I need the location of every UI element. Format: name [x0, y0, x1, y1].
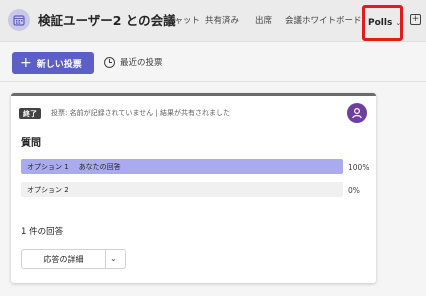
- chevron-down-icon: ⌄: [395, 19, 402, 27]
- tab-whiteboard[interactable]: 会議ホワイトボード: [285, 14, 362, 26]
- recent-polls-label: 最近の投票: [120, 58, 163, 68]
- new-poll-label: 新しい投票: [36, 59, 82, 70]
- your-answer-marker: あなたの回答: [78, 163, 121, 171]
- response-details-button[interactable]: 応答の詳細 ⌄: [21, 249, 126, 269]
- add-tab-icon[interactable]: +: [410, 14, 421, 25]
- poll-question: 質問: [21, 138, 41, 149]
- tab-chat[interactable]: チャット: [166, 14, 200, 26]
- polls-toolbar: + 新しい投票 最近の投票: [0, 43, 426, 81]
- meeting-title: 検証ユーザー2 との会議: [38, 13, 176, 28]
- poll-card: 終了 投票: 名前が記録されていません | 結果が共有されました 質問 オプショ…: [11, 93, 376, 283]
- plus-icon: +: [20, 55, 32, 71]
- tab-attendance[interactable]: 出席: [255, 14, 272, 26]
- tab-polls-label: Polls: [368, 18, 393, 28]
- avatar[interactable]: [347, 103, 367, 123]
- chevron-down-icon[interactable]: ⌄: [110, 254, 117, 263]
- tab-polls[interactable]: Polls ⌄: [362, 5, 403, 41]
- response-count: 1 件の回答: [21, 227, 64, 237]
- calendar-icon: [8, 9, 30, 31]
- poll-status-text: 投票: 名前が記録されていません | 結果が共有されました: [51, 109, 230, 117]
- person-icon: [352, 107, 362, 119]
- new-poll-button[interactable]: + 新しい投票: [12, 52, 94, 74]
- poll-option-2: オプション 2: [21, 182, 343, 197]
- option-2-percent: 0%: [348, 186, 360, 195]
- option-2-label: オプション 2: [27, 186, 69, 194]
- tab-shared[interactable]: 共有済み: [205, 14, 239, 26]
- status-badge: 終了: [19, 108, 41, 119]
- recent-polls-button[interactable]: 最近の投票: [104, 56, 163, 68]
- option-1-label: オプション 1: [27, 163, 69, 171]
- toolbar-divider: [0, 81, 426, 82]
- option-1-percent: 100%: [348, 163, 370, 172]
- response-details-label: 応答の詳細: [22, 250, 106, 268]
- history-icon: [104, 56, 115, 68]
- poll-option-1: オプション 1 あなたの回答: [21, 159, 343, 174]
- meeting-header: 検証ユーザー2 との会議 チャット 共有済み 出席 会議ホワイトボード Poll…: [0, 0, 426, 42]
